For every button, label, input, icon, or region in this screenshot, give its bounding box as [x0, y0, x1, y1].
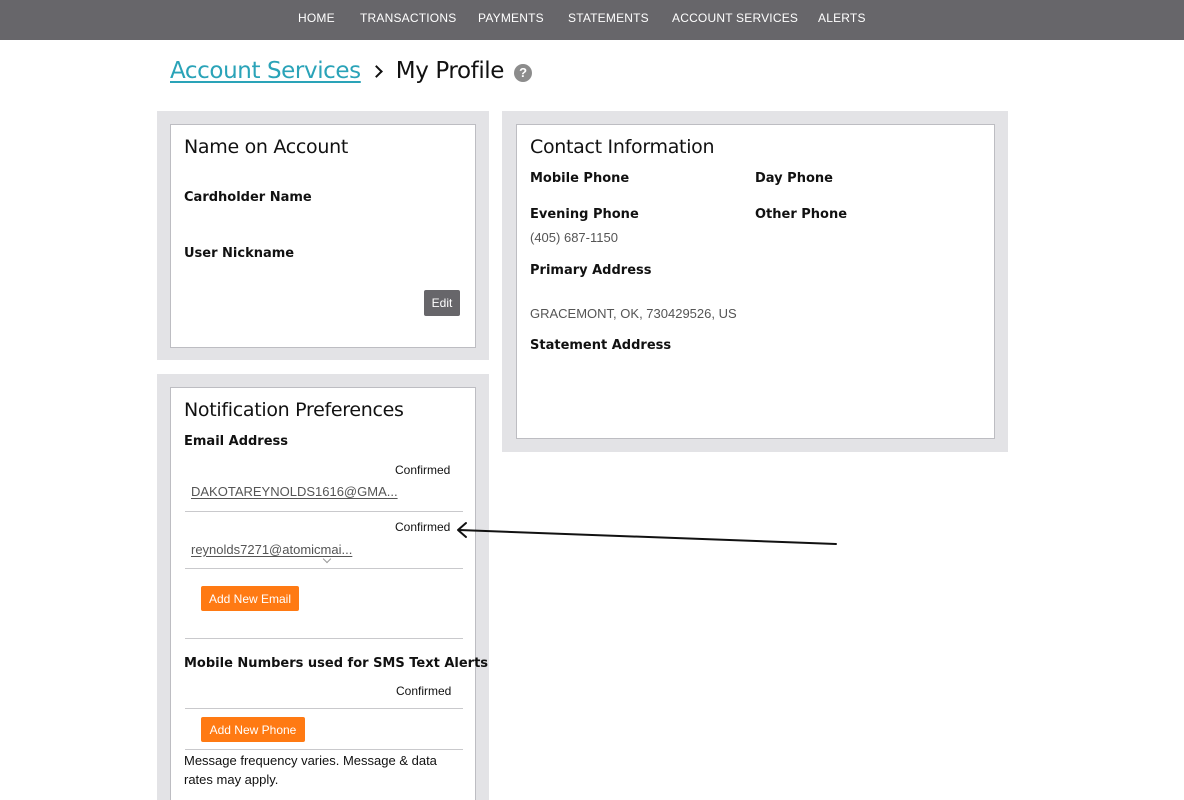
- arrow-annotation-icon: [457, 522, 837, 545]
- user-nickname-label: User Nickname: [184, 246, 295, 261]
- nav-account-services[interactable]: ACCOUNT SERVICES: [672, 11, 798, 25]
- evening-phone-label: Evening Phone: [530, 207, 639, 222]
- name-panel-title: Name on Account: [184, 136, 349, 158]
- sms-numbers-label: Mobile Numbers used for SMS Text Alerts: [184, 656, 489, 671]
- phone-divider: [185, 749, 463, 750]
- contact-panel-title: Contact Information: [530, 136, 715, 158]
- nav-payments[interactable]: PAYMENTS: [478, 11, 544, 25]
- name-on-account-panel: Name on Account Cardholder Name User Nic…: [170, 124, 476, 348]
- edit-name-button[interactable]: Edit: [424, 290, 460, 316]
- chevron-right-icon: [369, 64, 383, 78]
- add-new-phone-button[interactable]: Add New Phone: [201, 717, 305, 742]
- email-divider-1: [185, 511, 463, 512]
- statement-address-label: Statement Address: [530, 338, 672, 353]
- email-1-status: Confirmed: [395, 463, 451, 477]
- top-navigation-bar: HOME TRANSACTIONS PAYMENTS STATEMENTS AC…: [0, 0, 1184, 40]
- sms-status: Confirmed: [396, 684, 452, 698]
- cardholder-name-label: Cardholder Name: [184, 190, 312, 205]
- breadcrumb: Account Services My Profile ?: [170, 55, 533, 87]
- page-title: My Profile: [395, 58, 505, 84]
- primary-address-label: Primary Address: [530, 263, 652, 278]
- email-1-address[interactable]: DAKOTAREYNOLDS1616@GMA...: [191, 484, 398, 499]
- breadcrumb-account-services-link[interactable]: Account Services: [170, 58, 361, 84]
- nav-alerts[interactable]: ALERTS: [818, 11, 866, 25]
- sms-divider: [185, 708, 463, 709]
- nav-statements[interactable]: STATEMENTS: [568, 11, 649, 25]
- evening-phone-value: (405) 687-1150: [530, 230, 618, 245]
- contact-information-panel: Contact Information Mobile Phone Day Pho…: [516, 124, 995, 439]
- other-phone-label: Other Phone: [755, 207, 848, 222]
- email-2-status: Confirmed: [395, 520, 451, 534]
- notification-panel-title: Notification Preferences: [184, 399, 404, 421]
- primary-address-value: GRACEMONT, OK, 730429526, US: [530, 306, 737, 321]
- email-divider-2: [185, 568, 463, 569]
- add-new-email-button[interactable]: Add New Email: [201, 586, 299, 611]
- sms-disclaimer-text: Message frequency varies. Message & data…: [184, 753, 437, 787]
- notification-preferences-panel: Notification Preferences Email Address C…: [170, 387, 488, 800]
- email-2-address[interactable]: reynolds7271@atomicmai...: [191, 542, 352, 557]
- mobile-phone-label: Mobile Phone: [530, 171, 630, 186]
- day-phone-label: Day Phone: [755, 171, 833, 186]
- help-icon[interactable]: ?: [514, 63, 533, 82]
- nav-transactions[interactable]: TRANSACTIONS: [360, 11, 456, 25]
- email-address-label: Email Address: [184, 434, 289, 449]
- section-divider: [185, 638, 463, 639]
- nav-home[interactable]: HOME: [298, 11, 335, 25]
